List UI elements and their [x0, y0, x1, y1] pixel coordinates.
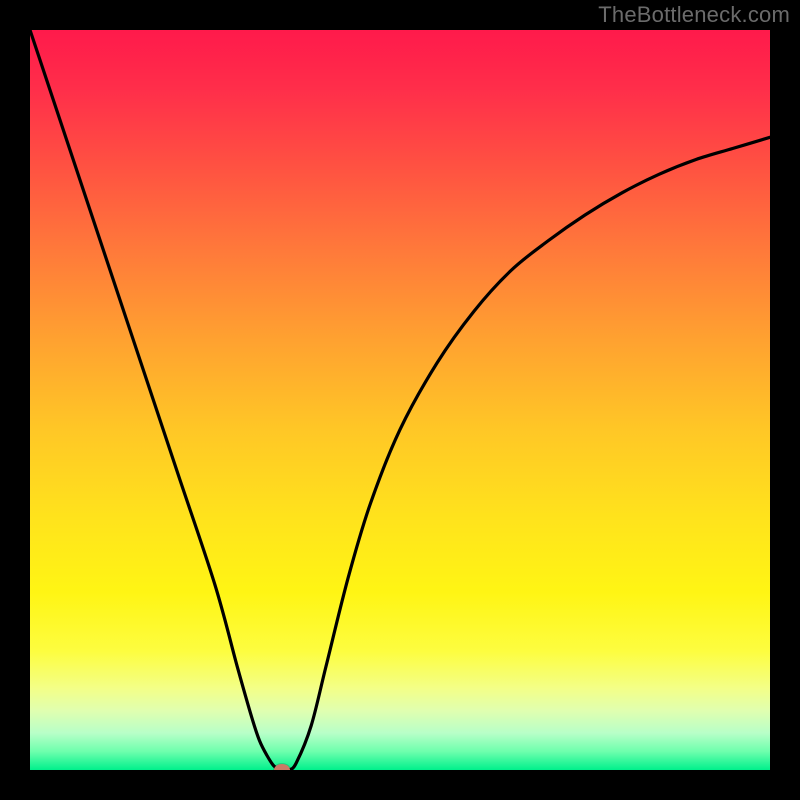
curve-svg — [30, 30, 770, 770]
chart-frame: TheBottleneck.com — [0, 0, 800, 800]
watermark-text: TheBottleneck.com — [598, 2, 790, 28]
bottleneck-curve — [30, 30, 770, 770]
plot-area — [30, 30, 770, 770]
optimal-point-marker — [274, 764, 290, 770]
